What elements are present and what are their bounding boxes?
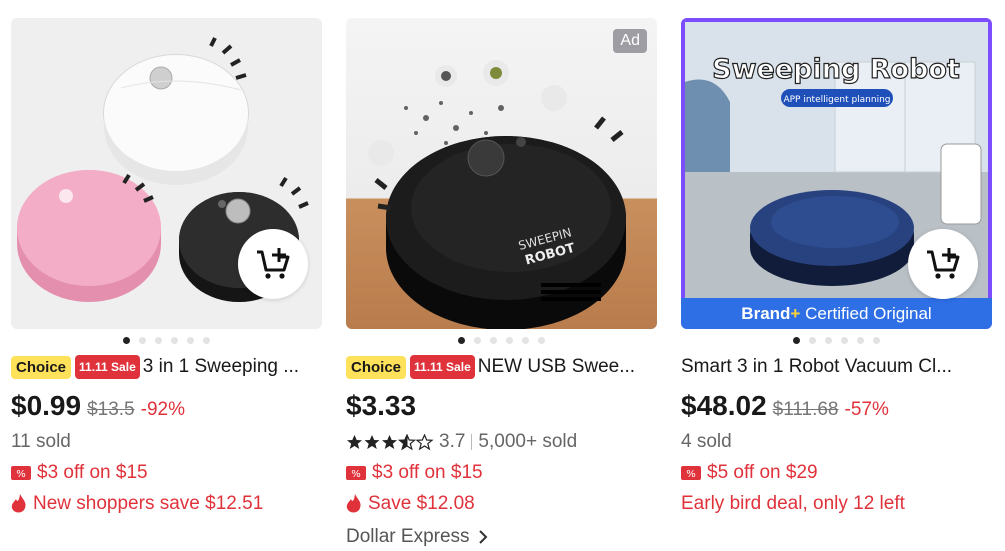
product-title-text: NEW USB Swee...: [477, 356, 636, 377]
carousel-dot[interactable]: [793, 337, 800, 344]
product-title-text: 3 in 1 Sweeping ...: [142, 356, 300, 377]
carousel-dot[interactable]: [825, 337, 832, 344]
offer-text: Save $12.08: [368, 492, 475, 514]
cart-plus-icon: [257, 248, 290, 279]
product-image[interactable]: Sweeping Robot APP intelligent planning …: [681, 18, 992, 329]
price-line: $48.02 $111.68 -57%: [681, 390, 992, 421]
image-subline: APP intelligent planning: [783, 95, 890, 105]
brand-plus-bar: Brand+ Certified Original: [681, 298, 992, 329]
image-headline: Sweeping Robot: [712, 54, 960, 85]
carousel-dot[interactable]: [522, 337, 529, 344]
carousel-dot[interactable]: [841, 337, 848, 344]
carousel-dot[interactable]: [873, 337, 880, 344]
discount-percent: -57%: [844, 399, 889, 420]
product-title[interactable]: Choice 11.11 Sale NEW USB Swee...: [346, 354, 657, 380]
carousel-dot[interactable]: [809, 337, 816, 344]
coupon: % $3 off on $15: [346, 460, 657, 485]
product-image[interactable]: SWEEPIN ROBOT Ad: [346, 18, 657, 329]
coupon: % $5 off on $29: [681, 460, 992, 485]
offer: New shoppers save $12.51: [11, 491, 322, 516]
carousel-dot[interactable]: [155, 337, 162, 344]
coupon-text: $5 off on $29: [707, 461, 818, 483]
product-image[interactable]: [11, 18, 322, 329]
sold-count: 4 sold: [681, 430, 992, 454]
sale-badge: 11.11 Sale: [410, 355, 475, 379]
sold-text: 11 sold: [11, 431, 71, 452]
coupon-icon: %: [11, 465, 31, 481]
carousel-dot[interactable]: [857, 337, 864, 344]
store-link[interactable]: Dollar Express: [346, 525, 657, 549]
sold-text: 5,000+ sold: [478, 431, 578, 452]
product-title-text: Smart 3 in 1 Robot Vacuum Cl...: [681, 356, 953, 377]
carousel-dot[interactable]: [490, 337, 497, 344]
discount-percent: -92%: [140, 399, 185, 420]
ad-label: Ad: [613, 29, 647, 53]
product-card-1[interactable]: Choice 11.11 Sale 3 in 1 Sweeping ... $0…: [11, 18, 322, 516]
star-rating: [346, 433, 434, 451]
carousel-dot[interactable]: [171, 337, 178, 344]
svg-text:%: %: [351, 469, 361, 480]
price: $0.99: [11, 390, 82, 421]
rating-and-sold: 3.7 5,000+ sold: [346, 430, 657, 454]
price-line: $0.99 $13.5 -92%: [11, 390, 322, 421]
carousel-dots: [681, 337, 992, 346]
product-card-3[interactable]: Sweeping Robot APP intelligent planning …: [681, 18, 992, 516]
coupon: % $3 off on $15: [11, 460, 322, 485]
divider: [471, 434, 473, 450]
add-to-cart-button[interactable]: [238, 229, 308, 299]
carousel-dot[interactable]: [203, 337, 210, 344]
svg-text:%: %: [686, 469, 696, 480]
stars-icon: [347, 433, 433, 450]
carousel-dot[interactable]: [474, 337, 481, 344]
carousel-dot[interactable]: [458, 337, 465, 344]
cart-plus-icon: [927, 248, 960, 279]
svg-text:%: %: [16, 469, 26, 480]
choice-badge: Choice: [346, 355, 407, 379]
coupon-icon: %: [681, 465, 701, 481]
price: $48.02: [681, 390, 767, 421]
store-name: Dollar Express: [346, 526, 470, 547]
choice-badge: Choice: [11, 355, 72, 379]
offer-text: New shoppers save $12.51: [33, 492, 264, 514]
carousel-dot[interactable]: [187, 337, 194, 344]
original-price: $13.5: [87, 399, 135, 420]
carousel-dot[interactable]: [538, 337, 545, 344]
carousel-dot[interactable]: [123, 337, 130, 344]
carousel-dot[interactable]: [139, 337, 146, 344]
plus-icon: +: [790, 304, 801, 323]
price-line: $3.33: [346, 390, 657, 421]
brand-label: Brand: [741, 304, 791, 323]
offer-text: Early bird deal, only 12 left: [681, 492, 905, 514]
carousel-dots: [346, 337, 657, 346]
coupon-icon: %: [346, 465, 366, 481]
sale-badge: 11.11 Sale: [75, 355, 140, 379]
offer: Early bird deal, only 12 left: [681, 491, 992, 516]
coupon-text: $3 off on $15: [372, 461, 483, 483]
certified-label: Certified Original: [805, 304, 932, 323]
rating-value: 3.7: [439, 431, 466, 452]
robot-vacuum-image: SWEEPIN ROBOT: [368, 60, 626, 329]
carousel-dots: [11, 337, 322, 346]
product-title[interactable]: Choice 11.11 Sale 3 in 1 Sweeping ...: [11, 354, 322, 380]
price: $3.33: [346, 390, 417, 421]
product-title[interactable]: Smart 3 in 1 Robot Vacuum Cl...: [681, 354, 992, 380]
coupon-text: $3 off on $15: [37, 461, 148, 483]
carousel-dot[interactable]: [506, 337, 513, 344]
original-price: $111.68: [772, 399, 839, 420]
flame-icon: [11, 493, 27, 514]
product-card-2[interactable]: SWEEPIN ROBOT Ad Choice 11.11 Sale NEW U…: [346, 18, 657, 549]
flame-icon: [346, 493, 362, 514]
sold-count: 11 sold: [11, 430, 322, 454]
chevron-right-icon: [478, 530, 488, 544]
add-to-cart-button[interactable]: [908, 229, 978, 299]
offer: Save $12.08: [346, 491, 657, 516]
sold-text: 4 sold: [681, 431, 732, 452]
